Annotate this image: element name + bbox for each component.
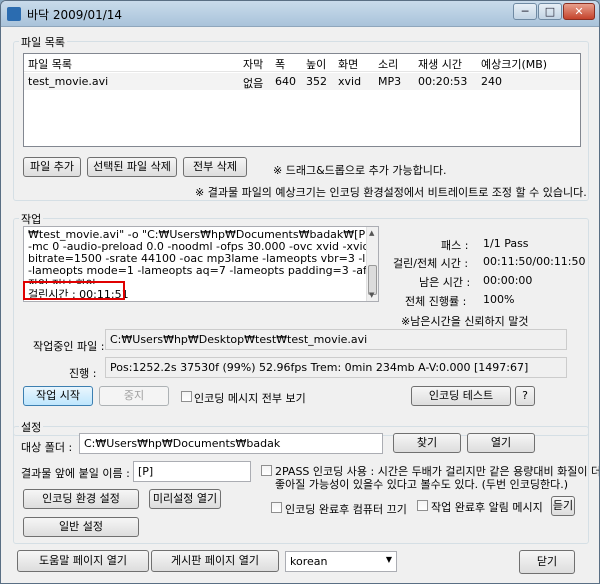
encode-test-button[interactable]: 인코딩 테스트 xyxy=(411,386,511,406)
listen-button[interactable]: 듣기 xyxy=(551,496,575,516)
general-settings-button[interactable]: 일반 설정 xyxy=(23,517,139,537)
table-row[interactable]: test_movie.avi 없음 640 352 xvid MP3 00:20… xyxy=(24,73,580,90)
stat-pass-label: 패스 : xyxy=(441,239,469,252)
delete-selected-button[interactable]: 선택된 파일 삭제 xyxy=(87,157,177,177)
progress-label: 진행 : xyxy=(69,367,97,380)
scroll-down-icon[interactable]: ▼ xyxy=(369,291,374,299)
notify-checkbox[interactable] xyxy=(417,500,428,511)
twopass-checkbox[interactable] xyxy=(261,465,272,476)
cell-duration: 00:20:53 xyxy=(418,75,468,88)
prefix-label: 결과물 앞에 붙일 이름 : xyxy=(21,467,130,480)
file-list-header: 파일 목록 자막 폭 높이 화면 소리 재생 시간 예상크기(MB) xyxy=(24,54,580,72)
shutdown-checkbox[interactable] xyxy=(271,502,282,513)
cell-size: 240 xyxy=(481,75,502,88)
language-select-value: korean xyxy=(290,555,328,568)
preset-open-button[interactable]: 미리설정 열기 xyxy=(149,489,221,509)
notify-label: 작업 완료후 알림 메시지 xyxy=(431,501,543,514)
minimize-button[interactable]: ─ xyxy=(513,3,537,20)
find-folder-button[interactable]: 찾기 xyxy=(393,433,461,453)
cell-video: xvid xyxy=(338,75,362,88)
col-audio[interactable]: 소리 xyxy=(378,56,398,72)
job-group-label: 작업 xyxy=(19,211,44,227)
scroll-up-icon[interactable]: ▲ xyxy=(369,229,374,237)
progress-field: Pos:1252.2s 37530f (99%) 52.96fps Trem: … xyxy=(105,357,567,378)
client-area: 파일 목록 파일 목록 자막 폭 높이 화면 소리 재생 시간 예상크기(MB)… xyxy=(9,29,599,579)
close-button[interactable]: 닫기 xyxy=(519,550,575,574)
size-hint: ※ 결과물 파일의 예상크기는 인코딩 환경설정에서 비트레이트로 조정 할 수… xyxy=(195,186,587,199)
help-page-button[interactable]: 도움말 페이지 열기 xyxy=(17,550,149,572)
window-title: 바닥 2009/01/14 xyxy=(27,8,123,22)
stat-remain-label: 남은 시간 : xyxy=(419,276,471,289)
cell-audio: MP3 xyxy=(378,75,402,88)
cell-width: 640 xyxy=(275,75,296,88)
col-width[interactable]: 폭 xyxy=(275,56,285,72)
stat-time-label: 걸린/전체 시간 : xyxy=(393,257,469,270)
board-page-button[interactable]: 게시판 페이지 열기 xyxy=(151,550,279,572)
shutdown-label: 인코딩 완료후 컴퓨터 끄기 xyxy=(285,503,407,516)
cell-subtitle: 없음 xyxy=(243,77,264,90)
stat-pass-value: 1/1 Pass xyxy=(483,237,529,250)
maximize-button[interactable]: □ xyxy=(538,3,562,20)
twopass-label-line2: 좋아질 가능성이 있을수 있다고 볼수도 있다. (두번 인코딩한다.) xyxy=(275,478,569,491)
help-button[interactable]: ? xyxy=(515,386,535,406)
chevron-down-icon: ▼ xyxy=(385,555,392,564)
app-icon xyxy=(7,7,21,21)
cell-height: 352 xyxy=(306,75,327,88)
add-file-button[interactable]: 파일 추가 xyxy=(23,157,81,177)
language-select[interactable]: korean ▼ xyxy=(285,551,397,572)
highlight-box xyxy=(23,281,125,300)
encode-settings-button[interactable]: 인코딩 환경 설정 xyxy=(23,489,139,509)
current-file-field: C:₩Users₩hp₩Desktop₩test₩test_movie.avi xyxy=(105,329,567,350)
file-list[interactable]: 파일 목록 자막 폭 높이 화면 소리 재생 시간 예상크기(MB) test_… xyxy=(23,53,581,147)
col-video[interactable]: 화면 xyxy=(338,56,358,72)
col-size[interactable]: 예상크기(MB) xyxy=(481,56,547,72)
remaining-time-note: ※남은시간을 신뢰하지 말것 xyxy=(401,315,529,328)
prefix-input[interactable]: [P] xyxy=(133,461,251,482)
stat-remain-value: 00:00:00 xyxy=(483,274,533,287)
show-all-messages-label: 인코딩 메시지 전부 보기 xyxy=(194,392,306,405)
stat-progress-label: 전체 진행률 : xyxy=(405,295,467,308)
file-list-group-label: 파일 목록 xyxy=(19,34,67,50)
app-window: 바닥 2009/01/14 ─ □ ✕ 파일 목록 파일 목록 자막 폭 높이 … xyxy=(0,0,600,584)
stat-progress-value: 100% xyxy=(483,293,515,306)
cell-filename: test_movie.avi xyxy=(28,75,109,88)
open-folder-button[interactable]: 열기 xyxy=(467,433,535,453)
current-file-label: 작업중인 파일 : xyxy=(33,340,105,353)
stat-time-value: 00:11:50/00:11:50 xyxy=(483,255,586,268)
stop-button[interactable]: 중지 xyxy=(99,386,169,406)
col-subtitle[interactable]: 자막 xyxy=(243,56,263,72)
log-scrollbar[interactable]: ▲ ▼ xyxy=(366,227,378,301)
title-bar[interactable]: 바닥 2009/01/14 ─ □ ✕ xyxy=(1,1,599,27)
show-all-messages-checkbox[interactable] xyxy=(181,391,192,402)
close-window-button[interactable]: ✕ xyxy=(563,3,595,20)
start-job-button[interactable]: 작업 시작 xyxy=(23,386,93,406)
col-height[interactable]: 높이 xyxy=(306,56,326,72)
settings-group-label: 설정 xyxy=(19,419,44,435)
target-folder-label: 대상 폴더 : xyxy=(21,441,73,454)
drag-drop-hint: ※ 드래그&드롭으로 추가 가능합니다. xyxy=(273,164,447,177)
target-folder-input[interactable]: C:₩Users₩hp₩Documents₩badak xyxy=(79,433,383,454)
col-filename[interactable]: 파일 목록 xyxy=(28,56,72,72)
col-duration[interactable]: 재생 시간 xyxy=(418,56,462,72)
delete-all-button[interactable]: 전부 삭제 xyxy=(183,157,247,177)
